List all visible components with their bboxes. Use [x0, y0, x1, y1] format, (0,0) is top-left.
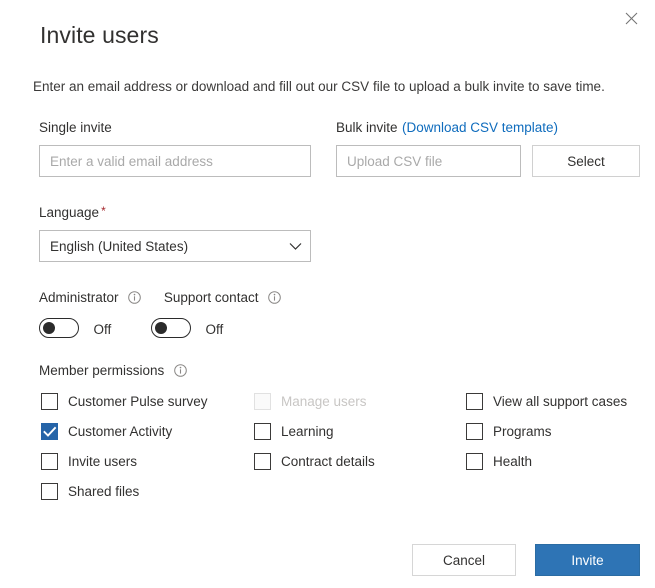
page-title: Invite users [40, 22, 159, 48]
permissions-column-3: View all support cases Programs Health [466, 386, 627, 476]
administrator-toggle[interactable] [39, 318, 79, 338]
permission-item: Manage users [254, 386, 375, 416]
toggle-knob [43, 322, 55, 334]
language-select[interactable]: English (United States) [39, 230, 311, 262]
permission-label: Customer Pulse survey [68, 393, 208, 409]
checkbox-health[interactable] [466, 452, 483, 470]
checkbox-customer-activity[interactable] [41, 422, 58, 440]
permission-item[interactable]: Customer Pulse survey [41, 386, 208, 416]
support-contact-label: Support contact [163, 290, 259, 305]
single-invite-input[interactable] [39, 145, 311, 177]
single-invite-label: Single invite [39, 120, 112, 135]
checkbox-view-all-support-cases[interactable] [466, 392, 483, 410]
close-icon[interactable] [615, 2, 647, 34]
permission-item[interactable]: Programs [466, 416, 627, 446]
permission-item[interactable]: Health [466, 446, 627, 476]
permission-label: Shared files [68, 483, 140, 499]
permission-item[interactable]: Invite users [41, 446, 208, 476]
permission-item[interactable]: Customer Activity [41, 416, 208, 446]
permission-label: View all support cases [493, 393, 628, 409]
permission-item[interactable]: Learning [254, 416, 375, 446]
info-glyph [128, 291, 141, 304]
member-permissions-info-icon[interactable] [173, 364, 187, 382]
download-csv-template-link[interactable]: (Download CSV template) [402, 120, 558, 135]
permission-label: Manage users [281, 393, 367, 409]
checkbox-contract-details[interactable] [254, 452, 271, 470]
checkbox-invite-users[interactable] [41, 452, 58, 470]
member-permissions-header: Member permissions [39, 362, 187, 382]
checkbox-customer-pulse-survey[interactable] [41, 392, 58, 410]
administrator-label: Administrator [39, 290, 119, 305]
select-file-button[interactable]: Select [532, 145, 640, 177]
toggle-knob [155, 322, 167, 334]
checkbox-programs[interactable] [466, 422, 483, 440]
administrator-toggle-state: Off [93, 322, 112, 337]
close-glyph [625, 12, 637, 24]
permission-label: Learning [281, 423, 334, 439]
bulk-invite-file-input[interactable] [336, 145, 521, 177]
cancel-button[interactable]: Cancel [412, 544, 516, 576]
invite-button[interactable]: Invite [535, 544, 640, 576]
language-label-group: Language * [39, 204, 106, 222]
info-glyph [268, 291, 281, 304]
bulk-invite-label: Bulk invite [336, 120, 398, 135]
permission-item[interactable]: Contract details [254, 446, 375, 476]
permission-label: Customer Activity [68, 423, 173, 439]
permission-label: Health [493, 453, 533, 469]
permission-item[interactable]: Shared files [41, 476, 208, 506]
permissions-column-1: Customer Pulse survey Customer Activity … [41, 386, 208, 506]
support-contact-toggle[interactable] [151, 318, 191, 338]
checkbox-manage-users [254, 392, 271, 410]
language-selected-value: English (United States) [50, 238, 189, 254]
support-contact-toggle-state: Off [205, 322, 224, 337]
checkbox-shared-files[interactable] [41, 482, 58, 500]
permission-label: Invite users [68, 453, 138, 469]
permission-label: Programs [493, 423, 552, 439]
required-marker: * [101, 204, 106, 218]
bulk-invite-label-group: Bulk invite (Download CSV template) [336, 119, 558, 137]
toggle-labels-row: Administrator Support contact [39, 289, 281, 309]
member-permissions-label: Member permissions [39, 363, 165, 378]
invite-users-dialog: Invite users Enter an email address or d… [0, 0, 655, 588]
checkbox-learning[interactable] [254, 422, 271, 440]
info-glyph [173, 364, 187, 377]
support-contact-info-icon[interactable] [268, 291, 281, 309]
administrator-info-icon[interactable] [128, 291, 141, 309]
administrator-toggle-group: Off [39, 318, 111, 343]
language-label: Language [39, 205, 100, 220]
support-contact-toggle-group: Off [151, 318, 223, 343]
permissions-column-2: Manage users Learning Contract details [254, 386, 375, 476]
permission-item[interactable]: View all support cases [466, 386, 627, 416]
check-glyph [43, 426, 57, 437]
dialog-description: Enter an email address or download and f… [33, 79, 605, 94]
permission-label: Contract details [281, 453, 375, 469]
chevron-down-glyph [289, 242, 301, 250]
chevron-down-icon [280, 242, 310, 251]
